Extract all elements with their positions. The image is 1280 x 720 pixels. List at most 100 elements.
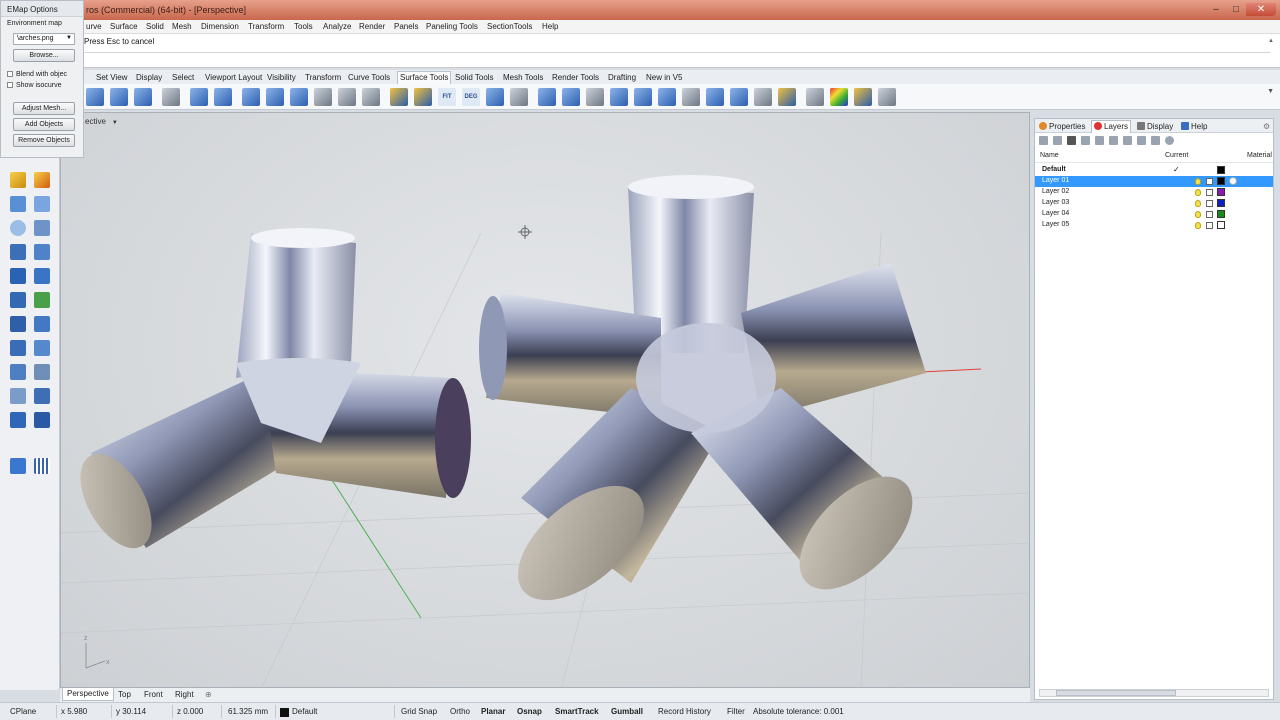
untrim-icon[interactable] bbox=[562, 88, 580, 106]
osnap-toggle[interactable]: Osnap bbox=[517, 707, 542, 716]
viewport-title[interactable]: ective ▼ bbox=[85, 117, 118, 126]
visibility-bulb-icon[interactable] bbox=[1195, 178, 1201, 185]
lock-icon[interactable] bbox=[1206, 211, 1213, 218]
tab-visibility[interactable]: Visibility bbox=[267, 73, 296, 82]
blend-surface-icon[interactable] bbox=[162, 88, 180, 106]
menu-panels[interactable]: Panels bbox=[394, 22, 418, 31]
menu-dimension[interactable]: Dimension bbox=[201, 22, 239, 31]
zebra-analysis-icon[interactable] bbox=[830, 88, 848, 106]
cylinder-icon[interactable] bbox=[634, 88, 652, 106]
revolve-icon[interactable] bbox=[754, 88, 772, 106]
horizontal-scrollbar[interactable] bbox=[1039, 689, 1269, 697]
mesh-icon[interactable] bbox=[10, 340, 26, 356]
tab-solid-tools[interactable]: Solid Tools bbox=[455, 73, 494, 82]
match-surface-icon[interactable] bbox=[314, 88, 332, 106]
visibility-bulb-icon[interactable] bbox=[1195, 189, 1201, 196]
trim-icon[interactable] bbox=[34, 388, 50, 404]
menu-surface[interactable]: Surface bbox=[110, 22, 138, 31]
col-name[interactable]: Name bbox=[1040, 152, 1059, 159]
split-icon[interactable] bbox=[10, 388, 26, 404]
surface-edge-icon[interactable] bbox=[10, 292, 26, 308]
point-grid-icon[interactable] bbox=[586, 88, 604, 106]
record-history-toggle[interactable]: Record History bbox=[658, 707, 711, 716]
unroll-surface-icon[interactable] bbox=[510, 88, 528, 106]
move-up-icon[interactable] bbox=[1081, 136, 1090, 145]
cplane-label[interactable]: CPlane bbox=[10, 707, 36, 716]
ellipse-icon[interactable] bbox=[34, 220, 50, 236]
polygon-icon[interactable] bbox=[34, 244, 50, 260]
panel-options-icon[interactable]: ⚙ bbox=[1263, 122, 1270, 131]
material-icon[interactable] bbox=[1229, 177, 1237, 185]
variable-fillet-icon[interactable] bbox=[242, 88, 260, 106]
fit-icon[interactable]: FIT bbox=[438, 88, 456, 106]
new-layer-icon[interactable] bbox=[1039, 136, 1048, 145]
layer-row-01[interactable]: Layer 01 bbox=[1035, 176, 1273, 187]
remove-objects-button[interactable]: Remove Objects bbox=[13, 134, 75, 147]
help-circle-icon[interactable] bbox=[1165, 136, 1174, 145]
grid-icon[interactable] bbox=[34, 458, 50, 474]
visibility-bulb-icon[interactable] bbox=[1195, 222, 1201, 229]
extrude-icon[interactable] bbox=[10, 316, 26, 332]
lock-icon[interactable] bbox=[1206, 178, 1213, 185]
layer-row-04[interactable]: Layer 04 bbox=[1035, 209, 1273, 220]
layer-row-05[interactable]: Layer 05 bbox=[1035, 220, 1273, 231]
col-current[interactable]: Current bbox=[1165, 152, 1188, 159]
maximize-button[interactable]: □ bbox=[1226, 3, 1246, 16]
tab-render-tools[interactable]: Render Tools bbox=[552, 73, 599, 82]
extend-surface-icon[interactable] bbox=[110, 88, 128, 106]
add-viewport-tab-icon[interactable]: ⊕ bbox=[205, 690, 212, 699]
layer-row-02[interactable]: Layer 02 bbox=[1035, 187, 1273, 198]
tab-surface-tools[interactable]: Surface Tools bbox=[397, 71, 452, 84]
layer-color-swatch[interactable] bbox=[1217, 166, 1225, 174]
deg-icon[interactable]: DEG bbox=[462, 88, 480, 106]
rebuild-surface-icon[interactable] bbox=[362, 88, 380, 106]
lock-icon[interactable] bbox=[1206, 222, 1213, 229]
browse-button[interactable]: Browse... bbox=[13, 49, 75, 62]
close-button[interactable]: ✕ bbox=[1246, 3, 1276, 16]
tab-top[interactable]: Top bbox=[118, 690, 131, 699]
tab-transform[interactable]: Transform bbox=[305, 73, 341, 82]
perspective-viewport[interactable]: z x ective ▼ bbox=[60, 112, 1030, 688]
fillet-surface-icon[interactable] bbox=[134, 88, 152, 106]
five-way-pipe-object[interactable] bbox=[479, 175, 932, 622]
tab-display[interactable]: Display bbox=[136, 73, 162, 82]
loft-icon[interactable] bbox=[730, 88, 748, 106]
tab-select[interactable]: Select bbox=[172, 73, 194, 82]
tee-pipe-object[interactable] bbox=[66, 228, 471, 560]
lock-icon[interactable] bbox=[1206, 200, 1213, 207]
circle-icon[interactable] bbox=[10, 220, 26, 236]
menu-mesh[interactable]: Mesh bbox=[172, 22, 192, 31]
tab-curve-tools[interactable]: Curve Tools bbox=[348, 73, 390, 82]
surface-from-curves-icon[interactable] bbox=[86, 88, 104, 106]
draft-angle-icon[interactable] bbox=[806, 88, 824, 106]
tab-display[interactable]: Display bbox=[1137, 122, 1173, 131]
add-objects-button[interactable]: Add Objects bbox=[13, 118, 75, 131]
planar-toggle[interactable]: Planar bbox=[481, 707, 505, 716]
environment-map-select[interactable]: \arches.png ▼ bbox=[13, 33, 75, 45]
tab-set-view[interactable]: Set View bbox=[96, 73, 127, 82]
select-points-icon[interactable] bbox=[10, 172, 26, 188]
menu-section-tools[interactable]: SectionTools bbox=[487, 22, 532, 31]
current-layer[interactable]: Default bbox=[292, 707, 317, 716]
plane-icon[interactable] bbox=[34, 292, 50, 308]
new-sublayer-icon[interactable] bbox=[1053, 136, 1062, 145]
tab-help[interactable]: Help bbox=[1181, 122, 1207, 131]
command-input[interactable] bbox=[1268, 56, 1276, 64]
filter-icon[interactable] bbox=[1123, 136, 1132, 145]
split-surface-icon[interactable] bbox=[486, 88, 504, 106]
fillet-curves-icon[interactable] bbox=[34, 268, 50, 284]
patch-icon[interactable] bbox=[658, 88, 676, 106]
rectangle-icon[interactable] bbox=[10, 244, 26, 260]
viewport-menu-chevron-icon[interactable]: ▼ bbox=[112, 120, 118, 126]
scroll-up-icon[interactable]: ▲ bbox=[1268, 38, 1276, 46]
network-surface-icon[interactable] bbox=[682, 88, 700, 106]
smarttrack-toggle[interactable]: SmartTrack bbox=[555, 707, 599, 716]
layer-color-swatch[interactable] bbox=[1217, 221, 1225, 229]
tab-drafting[interactable]: Drafting bbox=[608, 73, 636, 82]
layer-row-03[interactable]: Layer 03 bbox=[1035, 198, 1273, 209]
variable-chamfer-icon[interactable] bbox=[266, 88, 284, 106]
sweep-icon[interactable] bbox=[706, 88, 724, 106]
shrink-trimmed-icon[interactable] bbox=[538, 88, 556, 106]
tab-new-in-v5[interactable]: New in V5 bbox=[646, 73, 682, 82]
menu-tools[interactable]: Tools bbox=[294, 22, 313, 31]
